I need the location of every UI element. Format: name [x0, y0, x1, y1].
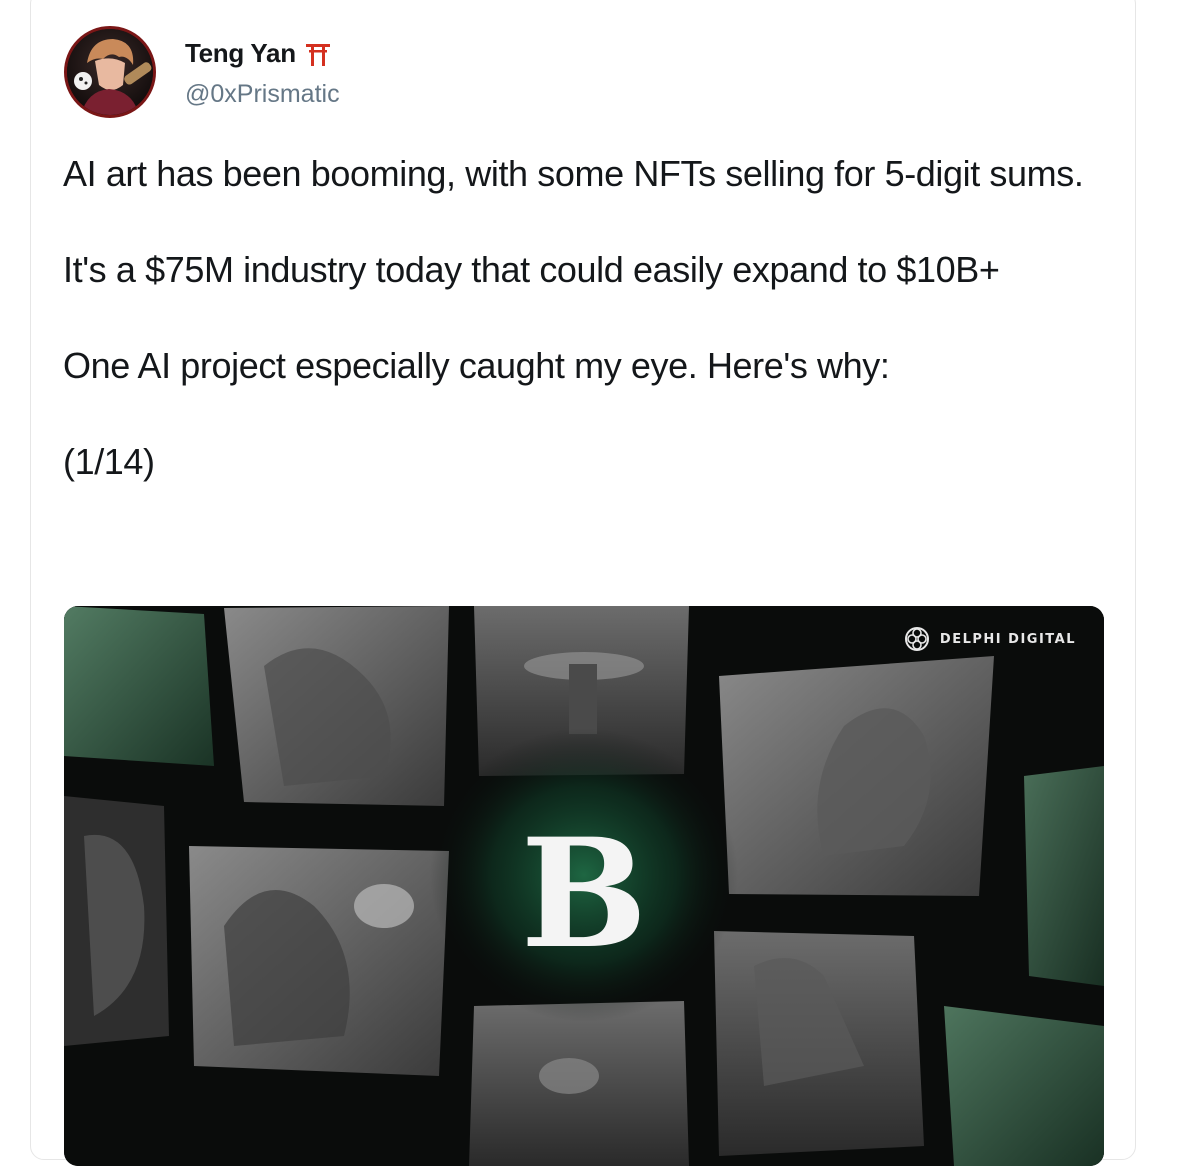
media-artwork: B: [64, 606, 1104, 1166]
tweet-media-image[interactable]: B DELPHI DIGITAL: [64, 606, 1104, 1166]
watermark-label: DELPHI DIGITAL: [939, 631, 1076, 647]
avatar-image: [67, 29, 153, 115]
avatar[interactable]: [64, 26, 156, 118]
author-handle[interactable]: @0xPrismatic: [185, 80, 340, 109]
tweet-paragraph: One AI project especially caught my eye.…: [63, 345, 890, 386]
tweet-paragraph: AI art has been booming, with some NFTs …: [63, 153, 1084, 194]
author-name-label: Teng Yan: [185, 38, 296, 68]
torii-gate-icon: [304, 40, 332, 68]
tweet-paragraph: (1/14): [63, 441, 155, 482]
tweet-text: AI art has been booming, with some NFTs …: [63, 150, 1113, 534]
delphi-digital-watermark: DELPHI DIGITAL: [902, 624, 1076, 654]
tweet-paragraph: It's a $75M industry today that could ea…: [63, 249, 1000, 290]
author-name[interactable]: Teng Yan: [185, 38, 332, 69]
delphi-logo-icon: [904, 627, 929, 651]
center-logo-letter: B: [521, 806, 648, 982]
